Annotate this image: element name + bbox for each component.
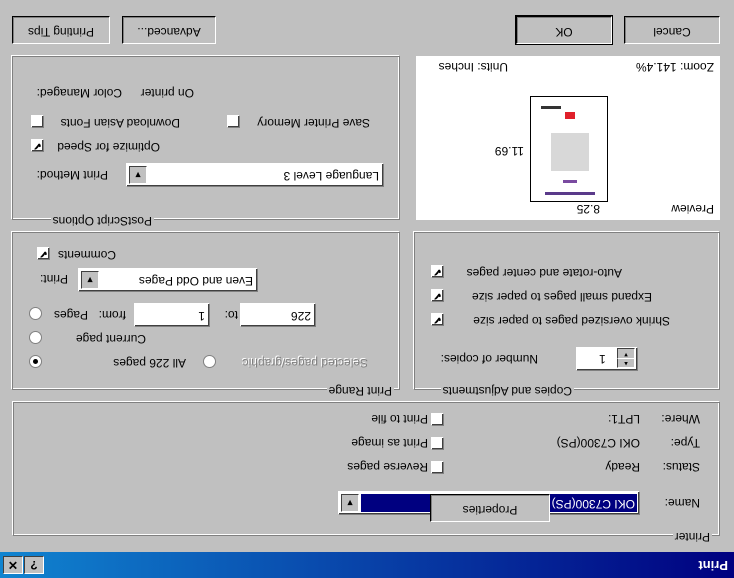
preview-page [530,96,608,202]
selected-pages-radio[interactable] [203,355,216,368]
preview-pane: Preview 8.25 11.69 Zoom: 141.4% Units: I… [416,56,720,220]
spin-down-icon[interactable]: ▼ [617,348,635,359]
copies-legend: Copies and Adjustments [440,384,574,398]
title-bar: Print ? ✕ [0,552,734,578]
current-page-label: Current page [75,332,146,346]
printer-legend: Printer [672,530,712,544]
selected-pages-label: Selected pages/graphic [242,356,368,370]
comments-label: Comments [57,248,116,262]
window-title: Print [698,558,728,573]
preview-units: Units: Inches [438,60,508,74]
print-subset-value: Even and Odd Pages [138,274,253,288]
print-method-select[interactable]: Language Level 3 ▼ [126,163,384,187]
chevron-down-icon[interactable]: ▼ [341,494,359,512]
printer-name-label: Name: [664,496,700,510]
preview-height: 11.69 [494,144,524,158]
copies-input[interactable]: 1 ▲ ▼ [576,347,638,371]
current-page-radio[interactable] [29,331,42,344]
preview-label: Preview [671,202,714,216]
printing-tips-button[interactable]: Printing Tips [12,16,110,44]
print-method-value: Language Level 3 [283,169,379,183]
properties-button[interactable]: Properties [430,494,550,522]
close-icon[interactable]: ✕ [3,556,23,574]
print-dialog: Print ? ✕ Printer Name: OKI C7300(PS) ▼ … [0,0,734,578]
save-memory-label: Save Printer Memory [257,116,370,130]
comments-checkbox[interactable]: ✔ [37,247,50,260]
printer-type-label: Type: [670,436,700,450]
help-icon[interactable]: ? [24,556,44,574]
preview-footer-line [545,192,595,195]
print-method-label: Print Method: [36,168,108,182]
chevron-down-icon[interactable]: ▼ [81,271,99,289]
printer-type-value: OKI C7300(PS) [556,436,640,450]
printer-name-value: OKI C7300(PS) [551,497,635,511]
save-memory-checkbox[interactable] [227,115,240,128]
cancel-button[interactable]: Cancel [624,16,720,44]
all-pages-radio[interactable] [29,355,42,368]
to-label: to: [224,308,238,322]
autorotate-label: Auto-rotate and center pages [466,266,622,280]
shrink-label: Shrink oversized pages to paper size [473,314,670,328]
print-subset-select[interactable]: Even and Odd Pages ▼ [78,268,258,292]
pages-label: Pages [53,308,88,322]
preview-red-mark [565,112,575,119]
pages-radio[interactable] [29,307,42,320]
reverse-pages-checkbox[interactable] [431,461,444,474]
print-as-image-label: Print as image [351,436,428,450]
printer-status-value: Ready [605,460,640,474]
from-label: from: [98,308,126,322]
to-input[interactable]: 226 [240,303,316,327]
reverse-pages-label: Reverse pages [347,460,428,474]
print-to-file-checkbox[interactable] [431,413,444,426]
printer-where-label: Where: [661,412,700,426]
optimize-speed-label: Optimize for Speed [57,140,160,154]
color-managed-label: Color Managed: [36,86,122,100]
printer-where-value: LPT1: [607,412,640,426]
chevron-down-icon[interactable]: ▼ [129,166,147,184]
advanced-button[interactable]: Advanced... [122,16,216,44]
shrink-checkbox[interactable]: ✔ [431,313,444,326]
preview-width: 8.25 [576,202,600,216]
printer-status-label: Status: [662,460,700,474]
ok-button[interactable]: OK [515,15,613,45]
copies-label: Number of copies: [440,352,538,366]
from-input[interactable]: 1 [134,303,210,327]
copies-group [414,232,720,390]
all-pages-label: All 226 pages [113,356,186,370]
print-range-legend: Print Range [326,384,394,398]
postscript-group [12,56,400,220]
autorotate-checkbox[interactable]: ✔ [431,265,444,278]
optimize-speed-checkbox[interactable]: ✔ [31,139,44,152]
color-managed-value: On printer [140,86,194,100]
print-subset-label: Print: [39,272,68,286]
print-as-image-checkbox[interactable] [431,437,444,450]
copies-value: 1 [599,352,606,366]
postscript-legend: PostScript Options [50,214,154,228]
expand-label: Expand small pages to paper size [471,290,652,304]
preview-caption-line [563,180,577,183]
expand-checkbox[interactable]: ✔ [431,289,444,302]
download-fonts-checkbox[interactable] [31,115,44,128]
download-fonts-label: Download Asian Fonts [60,116,180,130]
preview-logo-line [541,106,561,109]
preview-zoom: Zoom: 141.4% [635,60,714,74]
preview-image [551,133,589,171]
print-to-file-label: Print to file [371,412,428,426]
